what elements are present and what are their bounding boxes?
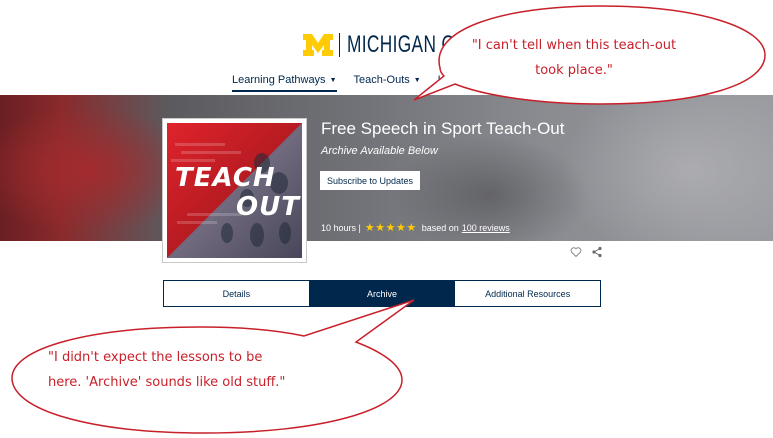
caret-down-icon: ▼: [413, 76, 421, 84]
heart-icon[interactable]: [570, 246, 582, 258]
tab-archive[interactable]: Archive: [308, 281, 455, 306]
course-subtitle: Archive Available Below: [321, 145, 438, 157]
callout-line: here. 'Archive' sounds like old stuff.": [48, 375, 286, 390]
hero-background-light: [560, 95, 773, 241]
subscribe-button[interactable]: Subscribe to Updates: [320, 171, 420, 190]
callout-line: "I can't tell when this teach-out: [471, 38, 677, 53]
reviews-link[interactable]: 100 reviews: [462, 223, 510, 233]
course-meta: 10 hours | ★★★★★ based on 100 reviews: [321, 221, 510, 234]
share-icon[interactable]: [591, 246, 603, 258]
course-title: Free Speech in Sport Teach-Out: [321, 119, 565, 138]
rating-stars-icon: ★★★★★: [364, 222, 417, 234]
course-tabs: Details Archive Additional Resources: [163, 280, 601, 307]
nav-item-learning-pathways[interactable]: Learning Pathways ▼: [232, 70, 337, 92]
nav-item-teach-outs[interactable]: Teach-Outs ▼: [354, 70, 421, 90]
block-m-logo-icon: [303, 34, 333, 56]
callout-line: took place.": [535, 63, 613, 78]
nav-label: Learning Pathways: [232, 74, 326, 86]
tab-additional-resources[interactable]: Additional Resources: [454, 281, 600, 306]
caret-down-icon: ▼: [329, 76, 337, 84]
logo-divider: [339, 33, 340, 57]
hero-banner: [0, 95, 773, 241]
callout-bottom-text: "I didn't expect the lessons to be here.…: [48, 345, 356, 395]
callout-line: "I didn't expect the lessons to be: [48, 350, 263, 365]
callout-top-text: "I can't tell when this teach-out took p…: [449, 33, 699, 83]
thumbnail-title-line2: OUT: [236, 192, 300, 222]
thumbnail-title-line1: TEACH: [175, 163, 276, 193]
nav-label: Teach-Outs: [353, 74, 410, 86]
course-thumbnail: TEACH OUT: [163, 119, 306, 262]
course-actions: [570, 246, 603, 258]
course-duration: 10 hours |: [321, 222, 361, 233]
tab-details[interactable]: Details: [164, 281, 309, 306]
reviews-prefix: based on: [421, 222, 459, 233]
